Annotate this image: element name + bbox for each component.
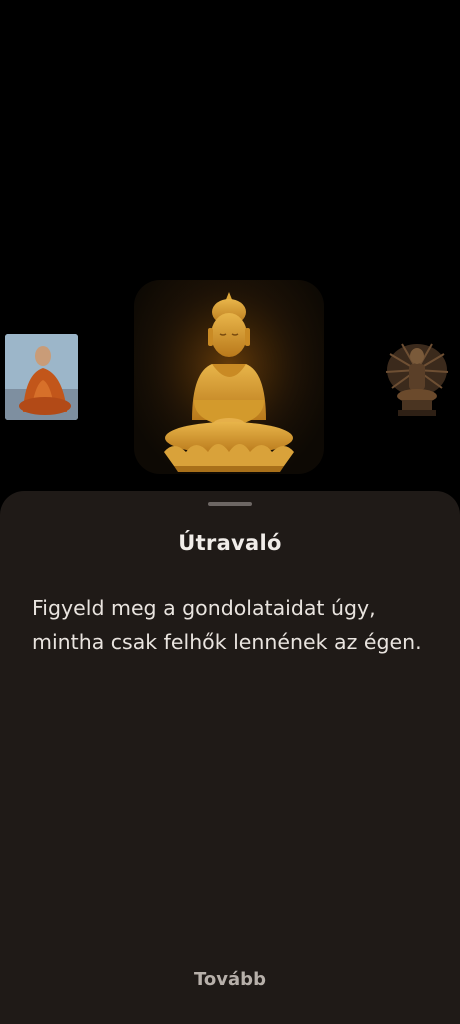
carousel-card-buddha[interactable] <box>134 280 324 474</box>
thousand-armed-statue-image <box>385 343 449 416</box>
quote-text: Figyeld meg a gondolataidat úgy, mintha … <box>32 596 422 654</box>
sheet-title: Útravaló <box>178 531 282 555</box>
monk-portrait-image <box>5 334 78 420</box>
bottom-sheet: Útravaló Figyeld meg a gondolataidat úgy… <box>0 491 460 1024</box>
image-carousel[interactable] <box>0 270 460 490</box>
app-screen: Útravaló Figyeld meg a gondolataidat úgy… <box>0 0 460 1024</box>
carousel-card-statue[interactable] <box>382 336 452 422</box>
drag-handle[interactable] <box>208 502 252 506</box>
next-button[interactable]: Tovább <box>130 961 330 997</box>
golden-buddha-image <box>134 280 324 474</box>
carousel-card-monk[interactable] <box>5 334 78 420</box>
